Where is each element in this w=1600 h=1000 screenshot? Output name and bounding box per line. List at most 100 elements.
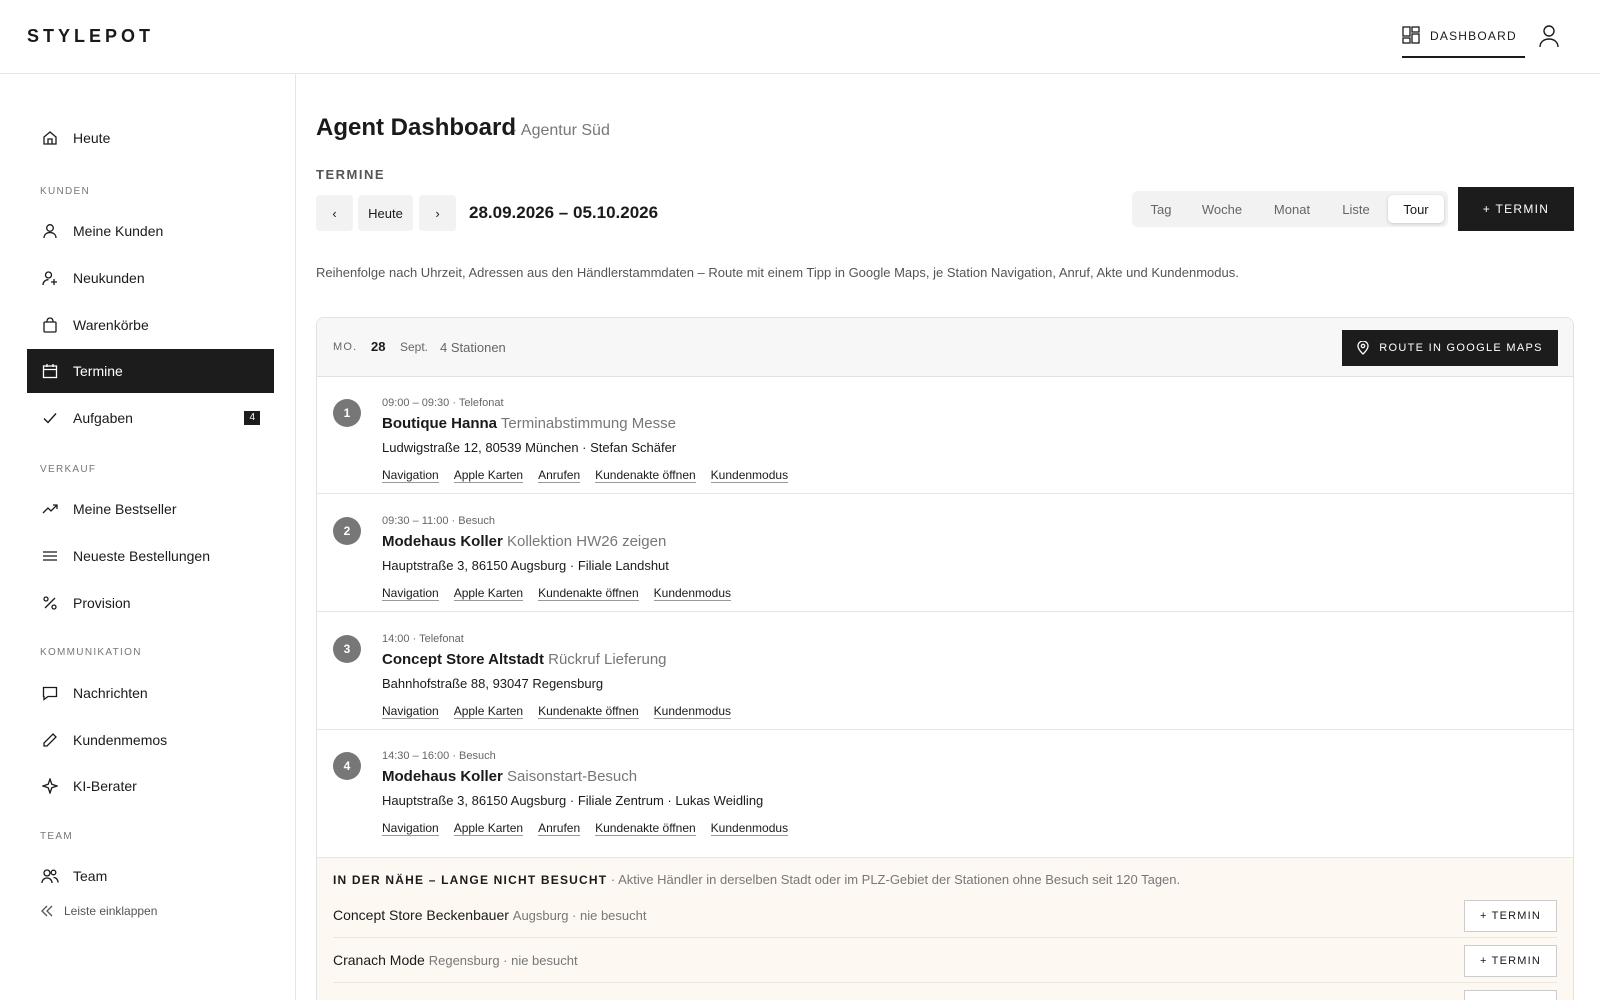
- view-tab-tour[interactable]: Tour: [1388, 195, 1444, 223]
- pencil-icon: [41, 731, 59, 749]
- stop-purpose: Saisonstart-Besuch: [507, 768, 638, 785]
- prev-week-button[interactable]: ‹: [316, 195, 353, 231]
- section-label-termine: TERMINE: [316, 167, 385, 182]
- nearby-retailer-name[interactable]: Concept Store Beckenbauer: [333, 907, 509, 923]
- chevrons-left-icon: [41, 905, 53, 917]
- apple-maps-link[interactable]: Apple Karten: [453, 821, 524, 836]
- open-customer-file-link[interactable]: Kundenakte öffnen: [595, 821, 696, 836]
- top-bar: STYLEPOT DASHBOARD: [0, 0, 1600, 74]
- nearby-row: Cranach Mode Regensburg · nie besucht + …: [333, 939, 1557, 983]
- nearby-add-appointment-button[interactable]: + TERMIN: [1464, 945, 1557, 977]
- sidebar-item-provision[interactable]: Provision: [27, 581, 274, 625]
- trending-up-icon: [41, 500, 59, 518]
- dashboard-link[interactable]: DASHBOARD: [1402, 24, 1525, 58]
- date-range: 28.09.2026 – 05.10.2026: [469, 203, 659, 222]
- call-link[interactable]: Anrufen: [538, 468, 581, 483]
- tour-stop: 4 14:30 – 16:00 · Besuch Modehaus Koller…: [317, 730, 1573, 858]
- stop-time: 14:30 – 16:00 · Besuch: [382, 750, 496, 762]
- sidebar-item-neukunden[interactable]: Neukunden: [27, 256, 274, 300]
- stop-purpose: Terminabstimmung Messe: [500, 415, 676, 432]
- stop-customer-name[interactable]: Modehaus Koller: [382, 768, 503, 785]
- sidebar-item-ki-berater[interactable]: KI-Berater: [27, 764, 274, 808]
- nearby-retailer: Concept Store Beckenbauer Augsburg · nie…: [333, 907, 646, 923]
- stop-actions: Navigation Apple Karten Anrufen Kundenak…: [382, 468, 789, 483]
- brand-logo[interactable]: STYLEPOT: [27, 26, 154, 47]
- sidebar-item-neueste-bestellungen[interactable]: Neueste Bestellungen: [27, 534, 274, 578]
- apple-maps-link[interactable]: Apple Karten: [453, 586, 524, 601]
- sidebar-item-termine[interactable]: Termine: [27, 349, 274, 393]
- day-weekday: MO.: [333, 341, 358, 353]
- sidebar-item-label: Kundenmemos: [73, 732, 168, 748]
- tour-stop: 3 14:00 · Telefonat Concept Store Altsta…: [317, 613, 1573, 730]
- nearby-retailer-name[interactable]: Cranach Mode: [333, 952, 425, 968]
- stop-title: Concept Store Altstadt Rückruf Lieferung: [382, 651, 667, 668]
- apple-maps-link[interactable]: Apple Karten: [453, 704, 524, 719]
- nearby-add-appointment-button[interactable]: + TERMIN: [1464, 900, 1557, 932]
- stop-purpose: Rückruf Lieferung: [548, 651, 667, 668]
- stop-title: Boutique Hanna Terminabstimmung Messe: [382, 415, 676, 432]
- today-button[interactable]: Heute: [358, 195, 413, 231]
- sidebar-item-kundenmemos[interactable]: Kundenmemos: [27, 718, 274, 762]
- open-customer-file-link[interactable]: Kundenakte öffnen: [538, 704, 639, 719]
- page-title: Agent Dashboard: [316, 114, 517, 141]
- sidebar-item-aufgaben[interactable]: Aufgaben 4: [27, 396, 274, 440]
- list-icon: [41, 547, 59, 565]
- next-week-button[interactable]: ›: [419, 195, 456, 231]
- task-count-badge: 4: [244, 411, 260, 425]
- nearby-row: [333, 984, 1557, 1000]
- customer-mode-link[interactable]: Kundenmodus: [710, 468, 789, 483]
- calendar-icon: [41, 362, 59, 380]
- day-card: MO. 28 Sept. 4 Stationen ROUTE IN GOOGLE…: [316, 317, 1574, 1000]
- stop-actions: Navigation Apple Karten Anrufen Kundenak…: [382, 821, 789, 836]
- shopping-bag-icon: [41, 316, 59, 334]
- sidebar-item-team[interactable]: Team: [27, 854, 274, 898]
- sidebar-item-meine-bestseller[interactable]: Meine Bestseller: [27, 487, 274, 531]
- customer-mode-link[interactable]: Kundenmodus: [653, 704, 732, 719]
- sidebar-section-kommunikation: KOMMUNIKATION: [40, 647, 142, 658]
- route-google-maps-button[interactable]: ROUTE IN GOOGLE MAPS: [1342, 330, 1558, 366]
- stop-number: 3: [333, 635, 361, 663]
- navigation-link[interactable]: Navigation: [382, 586, 439, 601]
- tour-stop: 2 09:30 – 11:00 · Besuch Modehaus Koller…: [317, 495, 1573, 612]
- view-tab-tag[interactable]: Tag: [1136, 195, 1186, 223]
- sidebar-item-heute[interactable]: Heute: [27, 116, 274, 160]
- sidebar-item-label: Meine Bestseller: [73, 501, 177, 517]
- open-customer-file-link[interactable]: Kundenakte öffnen: [595, 468, 696, 483]
- add-appointment-button[interactable]: + TERMIN: [1458, 187, 1574, 231]
- stop-address: Hauptstraße 3, 86150 Augsburg · Filiale …: [382, 793, 764, 808]
- navigation-link[interactable]: Navigation: [382, 468, 439, 483]
- customer-mode-link[interactable]: Kundenmodus: [653, 586, 732, 601]
- sidebar-item-label: Neueste Bestellungen: [73, 548, 210, 564]
- sidebar-item-label: Warenkörbe: [73, 317, 149, 333]
- call-link[interactable]: Anrufen: [538, 821, 581, 836]
- nearby-retailer-meta: Augsburg · nie besucht: [512, 908, 647, 923]
- collapse-label: Leiste einklappen: [64, 904, 158, 918]
- sidebar-section-kunden: KUNDEN: [40, 186, 91, 197]
- stop-time: 09:30 – 11:00 · Besuch: [382, 515, 495, 527]
- nearby-description: · Aktive Händler in derselben Stadt oder…: [610, 872, 1181, 887]
- sidebar-item-nachrichten[interactable]: Nachrichten: [27, 671, 274, 715]
- day-card-header: MO. 28 Sept. 4 Stationen ROUTE IN GOOGLE…: [317, 318, 1573, 377]
- tour-info-text: Reihenfolge nach Uhrzeit, Adressen aus d…: [316, 265, 1239, 280]
- view-tab-monat[interactable]: Monat: [1258, 195, 1326, 223]
- view-tab-liste[interactable]: Liste: [1328, 195, 1384, 223]
- tour-stop: 1 09:00 – 09:30 · Telefonat Boutique Han…: [317, 377, 1573, 494]
- stop-actions: Navigation Apple Karten Kundenakte öffne…: [382, 704, 732, 719]
- open-customer-file-link[interactable]: Kundenakte öffnen: [538, 586, 639, 601]
- customer-mode-link[interactable]: Kundenmodus: [710, 821, 789, 836]
- view-switcher: Tag Woche Monat Liste Tour: [1132, 191, 1448, 227]
- stop-customer-name[interactable]: Concept Store Altstadt: [382, 651, 544, 668]
- sidebar-item-warenkoerbe[interactable]: Warenkörbe: [27, 303, 274, 347]
- sidebar-item-label: KI-Berater: [73, 778, 137, 794]
- navigation-link[interactable]: Navigation: [382, 704, 439, 719]
- user-account-button[interactable]: [1538, 24, 1562, 50]
- view-tab-woche[interactable]: Woche: [1188, 195, 1256, 223]
- apple-maps-link[interactable]: Apple Karten: [453, 468, 524, 483]
- stop-address: Bahnhofstraße 88, 93047 Regensburg: [382, 676, 604, 691]
- nearby-add-appointment-button[interactable]: [1464, 990, 1557, 1000]
- stop-customer-name[interactable]: Modehaus Koller: [382, 533, 503, 550]
- collapse-sidebar-button[interactable]: Leiste einklappen: [40, 904, 157, 918]
- stop-customer-name[interactable]: Boutique Hanna: [382, 415, 497, 432]
- navigation-link[interactable]: Navigation: [382, 821, 439, 836]
- sidebar-item-meine-kunden[interactable]: Meine Kunden: [27, 209, 274, 253]
